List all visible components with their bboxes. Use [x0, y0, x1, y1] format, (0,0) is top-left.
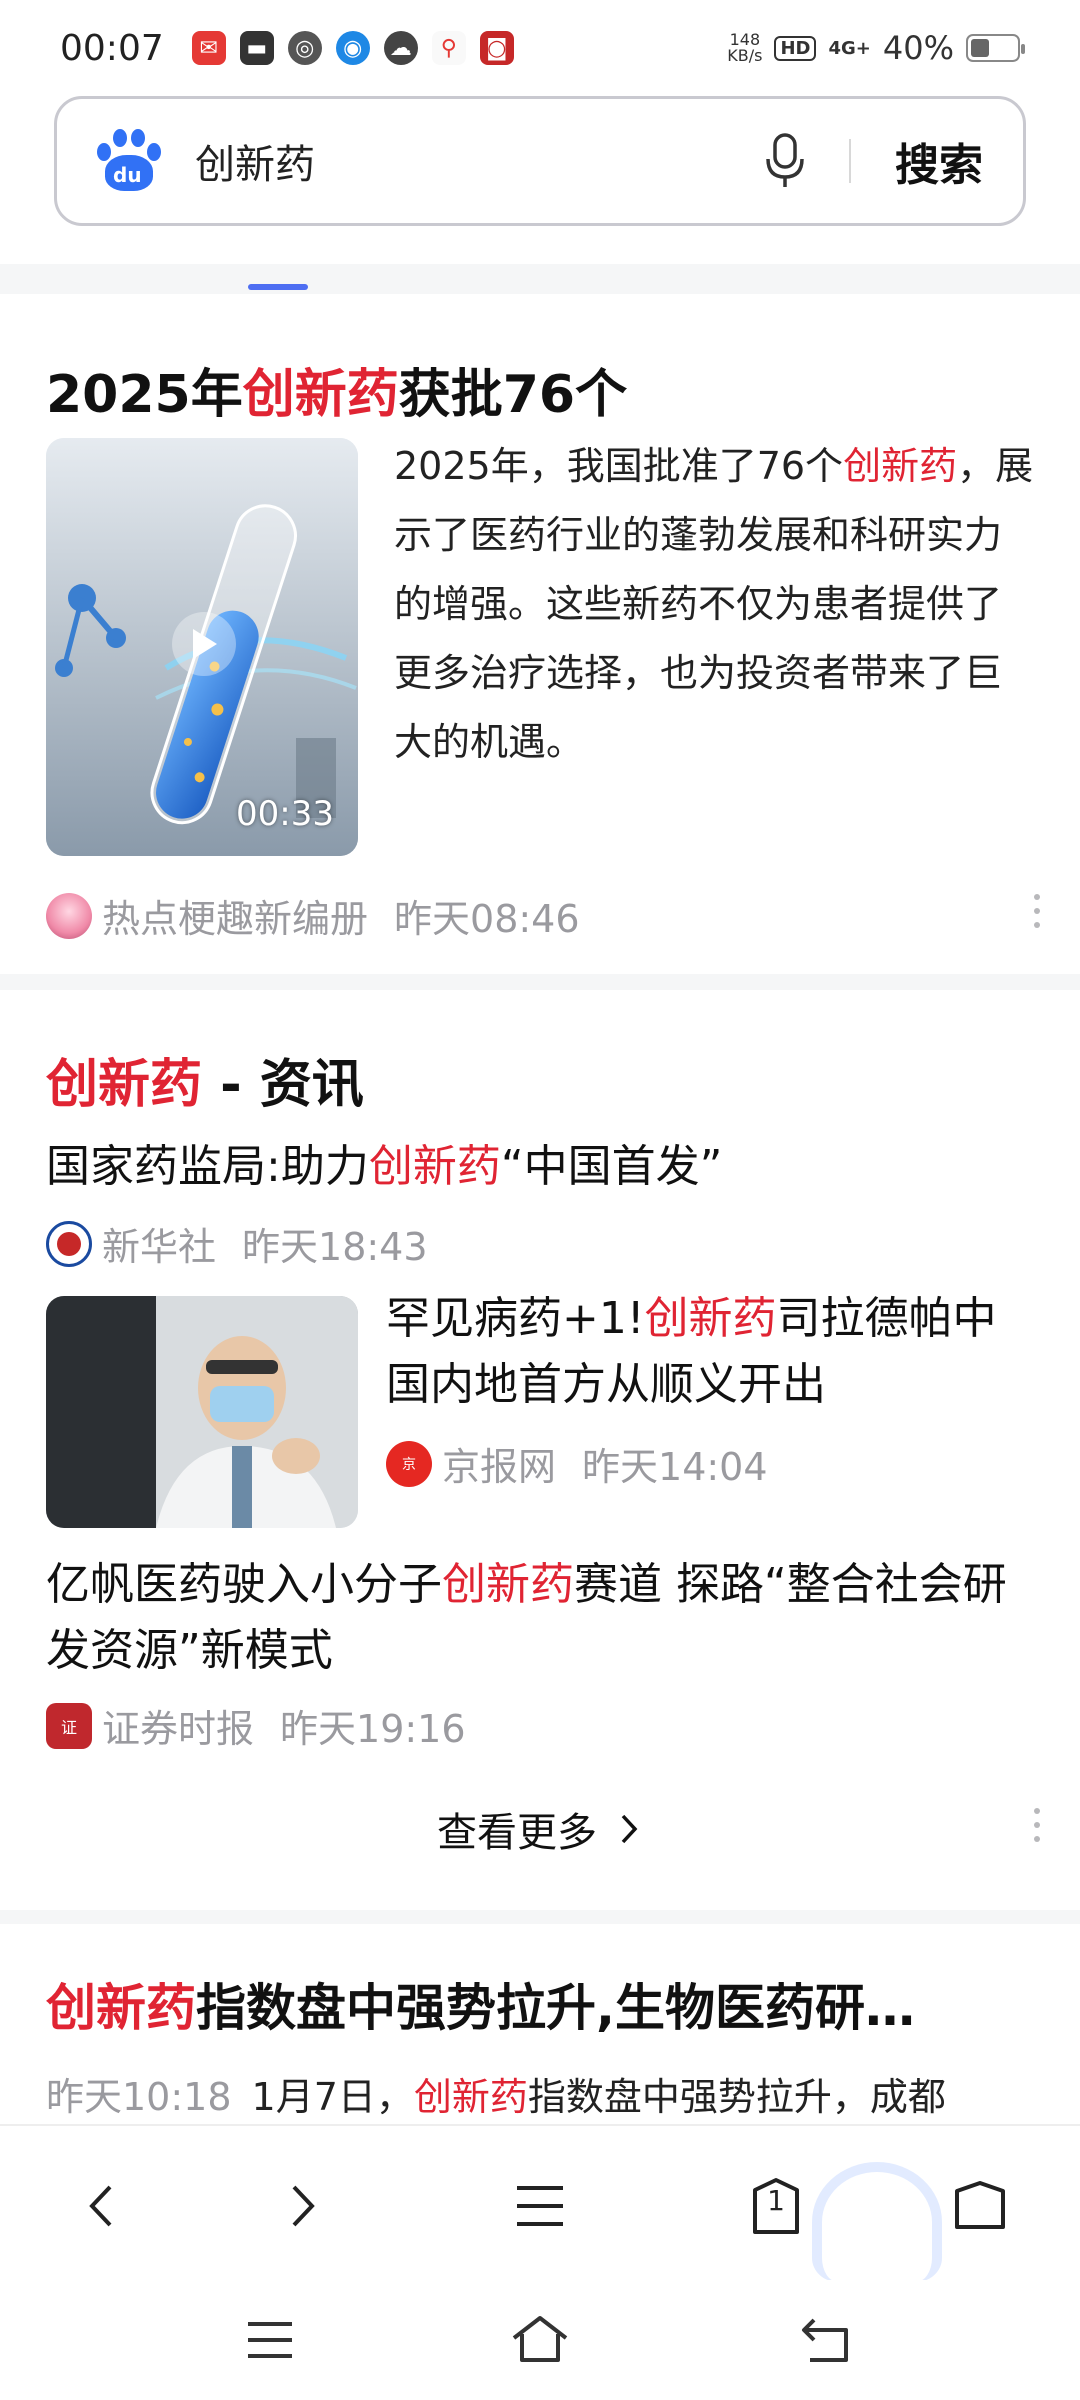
xinhua-logo-icon: [46, 1220, 92, 1267]
status-bar: 00:07 ✉ ▬ ◎ ◉ ☁ ⚲ ◙ 148 KB/s HD 4G+ 40%: [0, 0, 1080, 96]
more-options-icon[interactable]: [1034, 894, 1042, 928]
notification-icons: ✉ ▬ ◎ ◉ ☁ ⚲ ◙: [191, 31, 514, 65]
source-name[interactable]: 新华社: [102, 1216, 216, 1271]
news-item-meta: 证 证券时报 昨天19:16: [46, 1698, 466, 1753]
tabs-button[interactable]: 1: [736, 2166, 816, 2246]
home-icon: [955, 2181, 1005, 2229]
see-more-label: 查看更多: [437, 1810, 597, 1856]
app-icon: ◎: [287, 31, 322, 65]
news-item-meta: 新华社 昨天18:43: [46, 1216, 428, 1271]
news-item-title[interactable]: 亿帆医药驶入小分子创新药赛道 探路“整合社会研发资源”新模式: [46, 1552, 1036, 1684]
news-card: 创新药 - 资讯 国家药监局:助力创新药“中国首发” 新华社 昨天18:43 罕…: [0, 990, 1080, 1910]
result-description: 2025年，我国批准了76个创新药，展示了医药行业的蓬勃发展和科研实力的增强。这…: [394, 444, 1034, 764]
divider: [849, 139, 851, 183]
forward-button[interactable]: [262, 2166, 342, 2246]
message-icon: ▬: [239, 31, 274, 65]
result-title[interactable]: 2025年创新药获批76个: [46, 352, 627, 427]
video-duration: 00:33: [236, 794, 334, 834]
publish-time: 昨天18:43: [242, 1225, 428, 1269]
jingbao-logo-icon: 京: [386, 1440, 432, 1487]
source-name[interactable]: 证券时报: [102, 1698, 254, 1753]
bank-icon: ◙: [479, 31, 514, 65]
menu-icon: [517, 2186, 563, 2226]
system-navigation: [0, 2280, 1080, 2400]
browser-icon: ◉: [335, 31, 370, 65]
publish-time: 昨天10:18: [46, 2075, 232, 2119]
play-icon[interactable]: [172, 612, 236, 676]
publish-time: 昨天08:46: [394, 897, 580, 941]
map-pin-icon: ⚲: [431, 31, 466, 65]
chevron-right-icon: [292, 2185, 315, 2227]
publish-time: 昨天14:04: [582, 1445, 768, 1489]
system-home-icon[interactable]: [510, 2314, 570, 2364]
search-button[interactable]: 搜索: [895, 129, 983, 193]
doctor-image: [46, 1296, 358, 1528]
signal-icon: 4G+: [828, 37, 871, 59]
cloud-icon: ☁: [383, 31, 418, 65]
back-button[interactable]: [62, 2166, 142, 2246]
news-item-title[interactable]: 罕见病药+1!创新药司拉德帕中国内地首方从顺义开出: [386, 1286, 1036, 1418]
search-header: du 创新药 搜索: [0, 96, 1080, 264]
source-name[interactable]: 京报网: [442, 1436, 556, 1491]
battery-icon: [966, 34, 1025, 62]
result-snippet: 昨天10:18 1月7日，创新药指数盘中强势拉升，成都: [46, 2075, 946, 2119]
search-input[interactable]: 创新药: [195, 132, 765, 190]
chevron-right-icon: [621, 1814, 638, 1844]
browser-toolbar: 1: [0, 2124, 1080, 2282]
network-speed: 148 KB/s: [727, 30, 763, 65]
news-item-title[interactable]: 国家药监局:助力创新药“中国首发”: [46, 1130, 722, 1194]
see-more-button[interactable]: 查看更多: [0, 1800, 1080, 1858]
tab-indicator: [248, 284, 308, 290]
ai-assistant-icon[interactable]: [812, 2162, 942, 2282]
news-heading[interactable]: 创新药 - 资讯: [46, 1042, 364, 1117]
home-button[interactable]: [940, 2166, 1020, 2246]
result-title[interactable]: 创新药指数盘中强势拉升,生物医药研…: [46, 1968, 1036, 2040]
chevron-left-icon: [89, 2185, 112, 2227]
search-box[interactable]: du 创新药 搜索: [54, 96, 1026, 226]
status-time: 00:07: [60, 27, 164, 69]
hd-icon: HD: [774, 35, 817, 61]
video-thumbnail[interactable]: 00:33: [46, 438, 358, 856]
result-card-video[interactable]: 2025年创新药获批76个 00:33 2025年，我国批准了76个创新药，展示…: [0, 294, 1080, 974]
red-packet-icon: ✉: [191, 31, 226, 65]
news-thumbnail[interactable]: [46, 1296, 358, 1528]
publish-time: 昨天19:16: [280, 1707, 466, 1751]
result-card-article[interactable]: 创新药指数盘中强势拉升,生物医药研… 昨天10:18 1月7日，创新药指数盘中强势…: [0, 1924, 1080, 2124]
zqsb-logo-icon: 证: [46, 1702, 92, 1749]
more-options-icon[interactable]: [1034, 1808, 1042, 1842]
news-item-meta: 京 京报网 昨天14:04: [386, 1436, 768, 1491]
tabs-count: 1: [767, 2184, 785, 2217]
menu-button[interactable]: [500, 2166, 580, 2246]
battery-percent: 40%: [882, 29, 954, 67]
system-back-icon[interactable]: [800, 2316, 850, 2364]
result-meta: 热点梗趣新编册 昨天08:46: [46, 888, 580, 943]
source-avatar-icon: [46, 892, 92, 939]
microphone-icon[interactable]: [765, 133, 805, 189]
baidu-logo-icon: du: [97, 129, 161, 193]
source-name[interactable]: 热点梗趣新编册: [102, 888, 368, 943]
recents-icon[interactable]: [246, 2320, 294, 2360]
